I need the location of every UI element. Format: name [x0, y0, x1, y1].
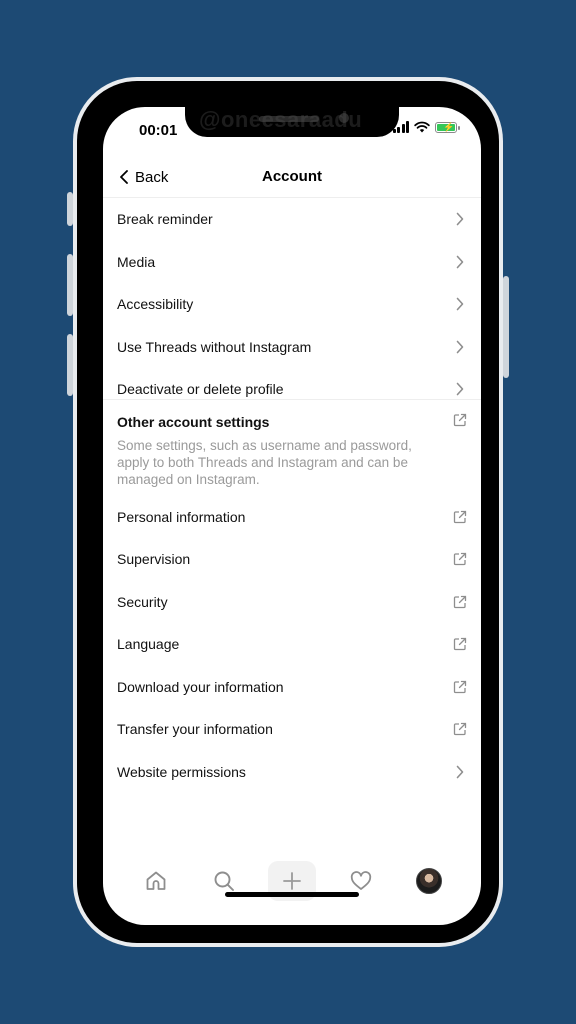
menu-item-break-reminder[interactable]: Break reminder — [117, 198, 467, 240]
other-account-settings-heading[interactable]: Other account settings — [117, 413, 467, 430]
home-indicator — [225, 892, 359, 897]
section-title: Other account settings — [117, 413, 270, 430]
menu-item-label: Accessibility — [117, 296, 194, 312]
external-link-icon — [453, 595, 467, 609]
status-time: 00:01 — [139, 122, 178, 139]
menu-item-security[interactable]: Security — [117, 581, 467, 623]
status-icons: ⚡ — [392, 121, 460, 133]
external-link-icon — [453, 413, 467, 430]
heart-icon — [350, 871, 372, 890]
menu-item-transfer-your-information[interactable]: Transfer your information — [117, 708, 467, 750]
external-link-icon — [453, 722, 467, 736]
tab-profile[interactable] — [407, 861, 451, 901]
menu-item-download-your-information[interactable]: Download your information — [117, 666, 467, 708]
menu-item-label: Language — [117, 636, 180, 652]
menu-item-label: Deactivate or delete profile — [117, 381, 284, 397]
watermark: @oneesaraadu — [199, 107, 363, 132]
section-divider — [103, 399, 481, 400]
profile-avatar — [416, 868, 442, 894]
menu-item-deactivate-or-delete[interactable]: Deactivate or delete profile — [117, 368, 467, 410]
phone-frame: @oneesaraadu 00:01 ⚡ Account Back Break … — [73, 77, 503, 947]
menu-item-supervision[interactable]: Supervision — [117, 538, 467, 580]
back-label: Back — [135, 168, 169, 186]
chevron-right-icon — [453, 765, 467, 779]
back-button[interactable]: Back — [119, 157, 168, 197]
external-link-icon — [453, 510, 467, 524]
chevron-left-icon — [120, 170, 128, 184]
phone-bezel: @oneesaraadu 00:01 ⚡ Account Back Break … — [77, 81, 499, 943]
menu-item-website-permissions[interactable]: Website permissions — [117, 751, 467, 793]
chevron-right-icon — [453, 297, 467, 311]
menu-item-label: Security — [117, 594, 168, 610]
power-button — [503, 276, 509, 378]
menu-item-label: Use Threads without Instagram — [117, 339, 312, 355]
menu-item-label: Download your information — [117, 679, 284, 695]
chevron-right-icon — [453, 255, 467, 269]
menu-item-label: Transfer your information — [117, 721, 273, 737]
menu-item-label: Website permissions — [117, 764, 246, 780]
menu-item-language[interactable]: Language — [117, 623, 467, 665]
section-description: Some settings, such as username and pass… — [117, 438, 412, 487]
menu-item-media[interactable]: Media — [117, 241, 467, 283]
chevron-right-icon — [453, 340, 467, 354]
menu-item-label: Media — [117, 254, 156, 270]
search-icon — [214, 871, 234, 891]
menu-item-accessibility[interactable]: Accessibility — [117, 283, 467, 325]
home-icon — [146, 871, 166, 890]
menu-item-use-threads-without-instagram[interactable]: Use Threads without Instagram — [117, 326, 467, 368]
external-link-icon — [453, 552, 467, 566]
menu-item-personal-information[interactable]: Personal information — [117, 496, 467, 538]
wifi-icon — [414, 121, 430, 133]
screen: @oneesaraadu 00:01 ⚡ Account Back Break … — [103, 107, 481, 925]
chevron-right-icon — [453, 382, 467, 396]
menu-item-label: Personal information — [117, 509, 246, 525]
external-link-icon — [453, 637, 467, 651]
tab-home[interactable] — [134, 861, 178, 901]
external-link-icon — [453, 680, 467, 694]
battery-icon: ⚡ — [435, 121, 460, 133]
menu-item-label: Supervision — [117, 551, 191, 567]
header: Account Back — [103, 157, 481, 197]
plus-icon — [283, 872, 301, 890]
chevron-right-icon — [453, 212, 467, 226]
menu-item-label: Break reminder — [117, 211, 213, 227]
